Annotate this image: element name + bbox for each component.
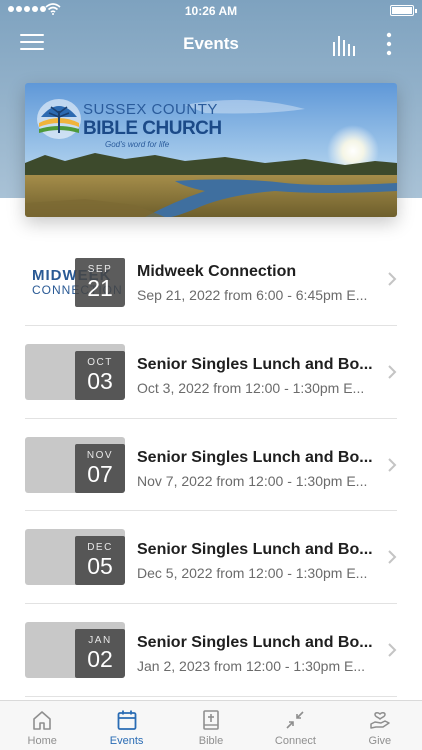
date-badge: NOV 07 [75,443,125,493]
logo-line-1: SUSSEX COUNTY [83,101,218,118]
event-title: Senior Singles Lunch and Bo... [137,541,373,559]
event-thumbnail: DEC 05 [25,529,125,586]
event-thumbnail: OCT 03 [25,343,125,400]
logo-line-2: BIBLE CHURCH [83,118,222,139]
event-datetime: Jan 2, 2023 from 12:00 - 1:30pm E... [137,658,366,675]
tab-label: Events [109,735,144,747]
tab-give[interactable]: Give [338,701,422,750]
calendar-icon [117,710,137,730]
date-day: 03 [87,367,113,394]
date-badge: JAN 02 [75,629,125,679]
tab-label: Give [368,735,392,747]
event-title: Senior Singles Lunch and Bo... [137,448,373,466]
date-month: SEP [87,264,113,275]
tab-label: Bible [198,735,224,747]
connect-icon [286,711,304,729]
chevron-right-icon [388,365,397,379]
date-day: 02 [87,646,113,673]
event-datetime: Nov 7, 2022 from 12:00 - 1:30pm E... [137,472,368,489]
date-month: JAN [88,635,112,647]
battery-icon [390,5,417,16]
event-row[interactable]: DEC 05 Senior Singles Lunch and Bo... De… [25,511,397,605]
date-day: 07 [87,460,113,487]
date-day: 05 [87,553,113,580]
status-time: 10:26 AM [184,4,238,18]
tab-label: Connect [274,735,316,747]
status-bar: 10:26 AM [0,0,422,22]
chevron-right-icon [388,272,397,286]
events-list: MIDWEEK CONNECTION SEP 21 Midweek Connec… [0,233,422,697]
event-datetime: Oct 3, 2022 from 12:00 - 1:30pm E... [137,379,365,396]
tab-connect[interactable]: Connect [253,701,337,750]
event-datetime: Sep 21, 2022 from 6:00 - 6:45pm E... [137,287,368,303]
chevron-right-icon [388,457,397,472]
date-month: DEC [87,542,113,554]
tab-bible[interactable]: Bible [169,701,253,750]
date-month: OCT [87,356,113,368]
event-datetime: Dec 5, 2022 from 12:00 - 1:30pm E... [137,565,368,582]
tab-label: Home [27,735,57,747]
church-logo-text: SUSSEX COUNTY BIBLE CHURCH God's word fo… [83,101,222,149]
church-banner: SUSSEX COUNTY BIBLE CHURCH God's word fo… [25,83,397,217]
tab-bar: Home Events Bible Connect Give [0,700,422,750]
chevron-right-icon [388,643,397,657]
date-month: NOV [86,449,114,461]
date-badge: DEC 05 [75,536,125,586]
audio-bars-icon[interactable] [332,34,358,56]
tab-events[interactable]: Events [84,701,168,750]
give-icon [370,712,390,729]
more-options-icon[interactable] [381,32,397,56]
chevron-right-icon [388,550,397,565]
bible-icon [203,710,219,730]
nav-bar: Events [0,22,422,66]
event-title: Senior Singles Lunch and Bo... [137,634,373,652]
event-thumbnail: JAN 02 [25,622,125,679]
event-thumbnail: MIDWEEK CONNECTION SEP 21 [25,251,125,307]
event-row[interactable]: NOV 07 Senior Singles Lunch and Bo... No… [25,419,397,512]
event-title: Senior Singles Lunch and Bo... [137,355,373,373]
date-badge: OCT 03 [75,350,125,400]
logo-tagline: God's word for life [105,140,170,149]
date-day: 21 [87,275,113,301]
tab-home[interactable]: Home [0,701,84,750]
event-row[interactable]: JAN 02 Senior Singles Lunch and Bo... Ja… [25,604,397,697]
home-icon [33,711,52,730]
event-row[interactable]: MIDWEEK CONNECTION SEP 21 Midweek Connec… [25,233,397,326]
event-thumbnail: NOV 07 [25,436,125,493]
event-title: Midweek Connection [137,263,297,280]
church-logo-icon [37,99,81,139]
page-title: Events [183,34,239,53]
date-badge: SEP 21 [75,258,125,307]
event-row[interactable]: OCT 03 Senior Singles Lunch and Bo... Oc… [25,326,397,419]
